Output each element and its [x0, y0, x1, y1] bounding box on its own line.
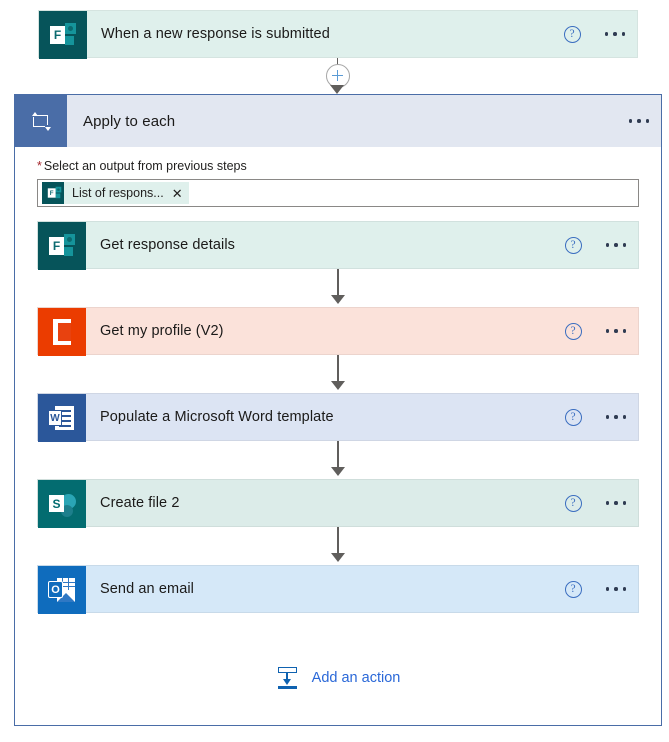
action-card-actions: ?	[564, 580, 629, 598]
select-output-label: * Select an output from previous steps	[37, 159, 639, 173]
forms-icon-letter: F	[49, 237, 64, 255]
forms-icon-letter: F	[47, 188, 56, 198]
more-commands-icon[interactable]	[627, 113, 652, 129]
more-commands-icon[interactable]	[604, 581, 629, 597]
help-icon[interactable]: ?	[564, 408, 582, 426]
apply-to-each-actions	[627, 113, 652, 129]
trigger-card-actions: ?	[563, 25, 628, 43]
microsoft-forms-icon: F	[39, 11, 87, 59]
more-commands-icon[interactable]	[604, 495, 629, 511]
connector-arrow-icon	[330, 85, 344, 94]
action-card-get-response-details[interactable]: F Get response details ?	[37, 221, 639, 270]
action-card-body: Create file 2 ?	[86, 480, 638, 526]
action-card-body: Send an email ?	[86, 566, 638, 612]
connector-trigger-to-scope	[320, 58, 354, 94]
action-title: Get response details	[100, 237, 235, 253]
insert-action-icon	[276, 667, 300, 689]
action-card-actions: ?	[564, 494, 629, 512]
more-commands-icon[interactable]	[604, 237, 629, 253]
add-an-action-label: Add an action	[311, 670, 401, 686]
action-card-send-an-email[interactable]: O Send an email ?	[37, 565, 639, 614]
office-365-users-icon	[38, 308, 86, 356]
step-connector	[37, 441, 639, 479]
apply-to-each-header-body: Apply to each	[67, 95, 661, 147]
action-title: Send an email	[100, 581, 194, 597]
flow-designer-canvas: F When a new response is submitted ? App…	[0, 0, 669, 742]
microsoft-forms-icon: F	[38, 222, 86, 270]
trigger-card-body: When a new response is submitted ?	[87, 11, 637, 57]
help-icon[interactable]: ?	[563, 25, 581, 43]
action-card-get-my-profile[interactable]: Get my profile (V2) ?	[37, 307, 639, 356]
more-commands-icon[interactable]	[604, 409, 629, 425]
trigger-title: When a new response is submitted	[101, 26, 330, 42]
action-title: Populate a Microsoft Word template	[100, 409, 334, 425]
action-card-body: Get response details ?	[86, 222, 638, 268]
close-icon[interactable]: ✕	[172, 187, 183, 200]
action-title: Create file 2	[100, 495, 180, 511]
microsoft-forms-icon: F	[42, 182, 64, 204]
required-marker: *	[37, 159, 42, 173]
word-icon-letter: W	[48, 410, 62, 426]
forms-icon-letter: F	[50, 26, 65, 44]
help-icon[interactable]: ?	[564, 322, 582, 340]
apply-to-each-scope[interactable]: Apply to each * Select an output from pre…	[14, 94, 662, 726]
action-card-actions: ?	[564, 408, 629, 426]
action-card-actions: ?	[564, 236, 629, 254]
sharepoint-icon-letter: S	[49, 495, 64, 512]
trigger-card-when-a-new-response-is-submitted[interactable]: F When a new response is submitted ?	[38, 10, 638, 59]
action-card-populate-word-template[interactable]: W Populate a Microsoft Word template ?	[37, 393, 639, 442]
sharepoint-icon: S	[38, 480, 86, 528]
more-commands-icon[interactable]	[603, 26, 628, 42]
select-output-label-text: Select an output from previous steps	[43, 159, 247, 173]
step-connector	[37, 527, 639, 565]
help-icon[interactable]: ?	[564, 494, 582, 512]
add-an-action-button[interactable]: Add an action	[15, 667, 661, 689]
token-label: List of respons...	[72, 186, 164, 200]
more-commands-icon[interactable]	[604, 323, 629, 339]
outlook-icon: O	[38, 566, 86, 614]
apply-to-each-header[interactable]: Apply to each	[15, 95, 661, 147]
action-card-body: Get my profile (V2) ?	[86, 308, 638, 354]
help-icon[interactable]: ?	[564, 580, 582, 598]
microsoft-word-icon: W	[38, 394, 86, 442]
action-card-create-file-2[interactable]: S Create file 2 ?	[37, 479, 639, 528]
action-card-body: Populate a Microsoft Word template ?	[86, 394, 638, 440]
select-output-input[interactable]: F List of respons... ✕	[37, 179, 639, 207]
action-title: Get my profile (V2)	[100, 323, 224, 339]
action-card-actions: ?	[564, 322, 629, 340]
dynamic-content-token[interactable]: F List of respons... ✕	[42, 182, 189, 204]
loop-icon	[15, 95, 67, 147]
select-output-field-group: * Select an output from previous steps F …	[15, 147, 661, 207]
step-connector	[37, 355, 639, 393]
outlook-icon-letter: O	[48, 581, 63, 598]
step-connector	[37, 269, 639, 307]
scope-action-list: F Get response details ? Get my profile …	[15, 221, 661, 614]
apply-to-each-title: Apply to each	[83, 112, 176, 130]
help-icon[interactable]: ?	[564, 236, 582, 254]
